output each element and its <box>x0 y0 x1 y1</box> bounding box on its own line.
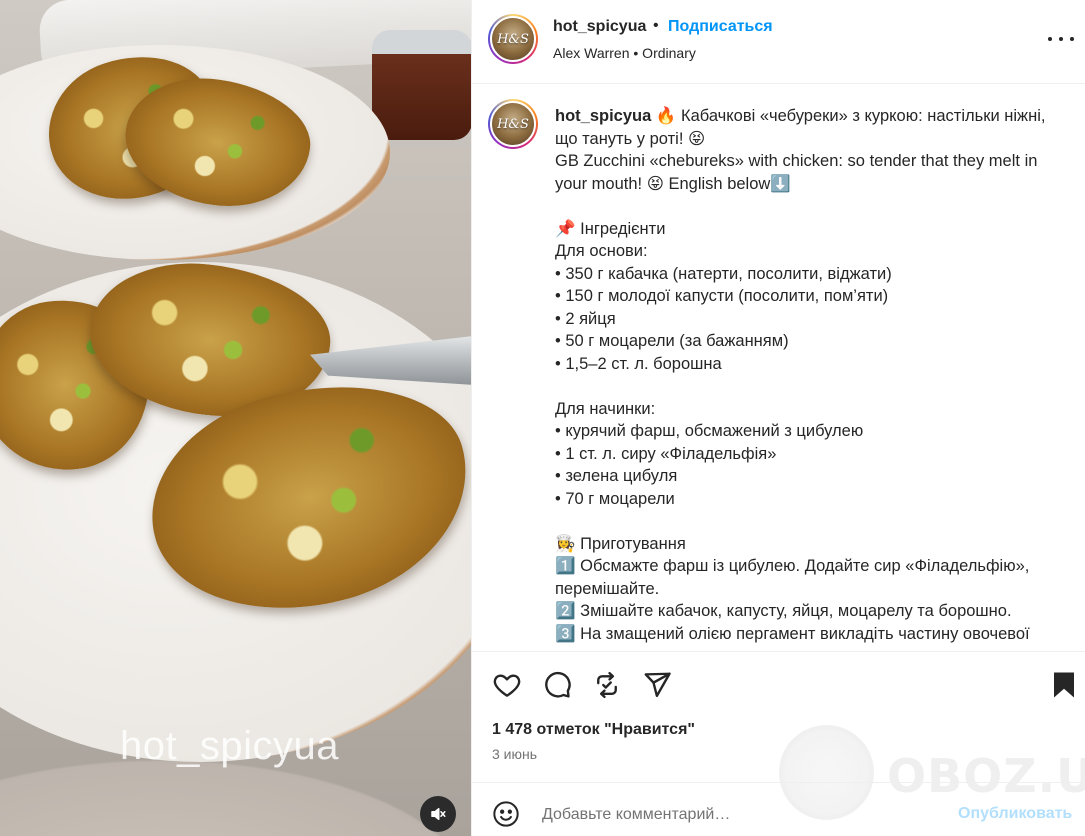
caption-line: • зелена цибуля <box>555 467 678 485</box>
avatar-label: H&S <box>497 31 529 47</box>
caption-spacer <box>555 195 1065 218</box>
send-plane-icon <box>644 672 671 698</box>
audio-subtitle[interactable]: Alex Warren • Ordinary <box>553 45 696 61</box>
likes-count[interactable]: 1 478 отметок "Нравится" <box>492 721 695 739</box>
more-options-button[interactable] <box>1048 28 1074 50</box>
header-username[interactable]: hot_spicyua <box>553 18 646 36</box>
caption-line: Для основи: <box>555 242 648 260</box>
caption-line: 2️⃣ Змішайте кабачок, капусту, яйця, моц… <box>555 602 1012 620</box>
caption-line: GB Zucchini «chebureks» with chicken: so… <box>555 152 1038 193</box>
comment-bubble-icon <box>545 671 571 698</box>
caption-avatar[interactable]: H&S <box>488 99 538 149</box>
caption-line: • курячий фарш, обсмажений з цибулею <box>555 422 864 440</box>
avatar[interactable]: H&S <box>488 14 538 64</box>
caption-spacer <box>555 375 1065 398</box>
post-image[interactable]: hot_spicyua <box>0 0 471 836</box>
caption-spacer <box>555 510 1065 533</box>
caption-line: • 1,5–2 ст. л. борошна <box>555 354 722 373</box>
image-watermark: hot_spicyua <box>120 724 339 768</box>
like-button[interactable] <box>492 670 522 700</box>
caption-line: • 50 г моцарели (за бажанням) <box>555 332 789 350</box>
caption-line: Для начинки: <box>555 399 656 418</box>
action-bar <box>472 651 1085 721</box>
post-date[interactable]: 3 июнь <box>492 746 537 762</box>
caption-line: 📌 Інгредієнти <box>555 219 666 238</box>
caption-text: hot_spicyua 🔥 Кабачкові «чебуреки» з кур… <box>555 105 1065 645</box>
caption-line: • 2 яйця <box>555 309 616 328</box>
caption-line: • 1 ст. л. сиру «Філадельфія» <box>555 444 777 463</box>
caption-line: • 150 г молодої капусти (посолити, пом’я… <box>555 287 889 305</box>
speaker-muted-icon <box>431 808 446 820</box>
publish-comment-button[interactable]: Опубликовать <box>958 805 1072 823</box>
repost-button[interactable] <box>592 670 622 700</box>
smiley-icon <box>493 801 519 827</box>
caption-line: 👩‍🍳 Приготування <box>555 534 686 553</box>
sauce-jar <box>372 30 471 140</box>
heart-icon <box>493 674 521 697</box>
caption-line: • 70 г моцарели <box>555 489 675 508</box>
emoji-button[interactable] <box>492 800 522 830</box>
caption-line: 3️⃣ На змащений олією пергамент викладіт… <box>555 624 1030 643</box>
post-panel: H&S hot_spicyua • Подписаться Alex Warre… <box>471 0 1085 836</box>
caption-line: • 350 г кабачка (натерти, посолити, відж… <box>555 264 892 283</box>
bookmark-icon <box>1054 672 1074 698</box>
follow-button[interactable]: Подписаться <box>668 18 773 36</box>
comment-bar: Опубликовать <box>472 782 1085 836</box>
comment-button[interactable] <box>542 670 572 700</box>
save-button[interactable] <box>1049 670 1079 700</box>
comment-input[interactable] <box>542 803 942 827</box>
share-button[interactable] <box>642 670 672 700</box>
caption-username[interactable]: hot_spicyua <box>555 107 651 125</box>
post-header: H&S hot_spicyua • Подписаться Alex Warre… <box>472 0 1085 84</box>
caption-line: hot_spicyua 🔥 Кабачкові «чебуреки» з кур… <box>555 107 1046 148</box>
mute-button[interactable] <box>420 796 456 832</box>
more-horizontal-icon <box>1048 37 1052 41</box>
repost-icon <box>597 671 617 699</box>
separator-dot: • <box>653 17 659 34</box>
caption-line: 1️⃣ Обсмажте фарш із цибулею. Додайте си… <box>555 557 1030 598</box>
caption-area[interactable]: H&S hot_spicyua 🔥 Кабачкові «чебуреки» з… <box>472 85 1085 651</box>
avatar-label: H&S <box>497 116 529 132</box>
